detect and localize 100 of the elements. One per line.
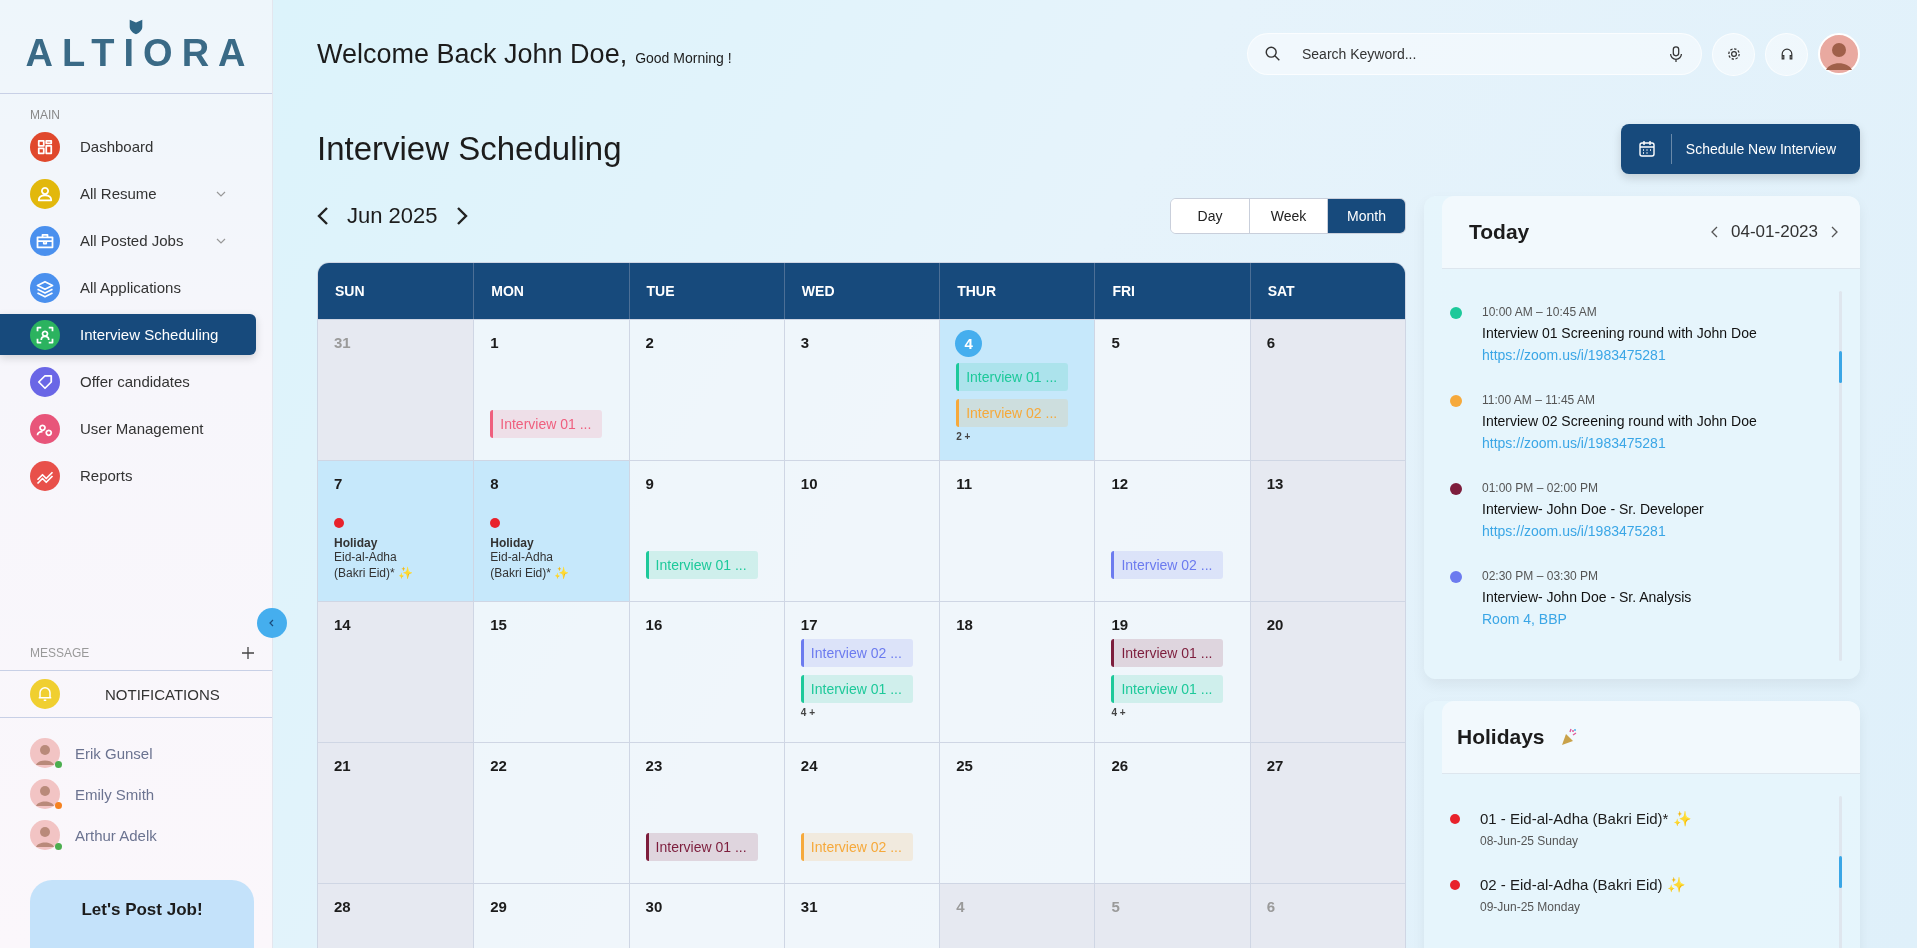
day-number: 9 — [645, 475, 654, 492]
day-cell[interactable]: 24 Interview 02 ... — [783, 742, 940, 883]
day-cell[interactable]: 28 — [318, 883, 474, 948]
day-number: 25 — [956, 757, 973, 774]
more-events-link[interactable]: 2 + — [956, 431, 971, 442]
more-events-link[interactable]: 4 + — [800, 707, 816, 718]
plus-icon[interactable] — [242, 647, 254, 659]
holiday-dot — [334, 518, 344, 528]
previous-month-icon[interactable] — [317, 206, 329, 226]
settings-button[interactable] — [1712, 32, 1755, 76]
day-cell[interactable]: 6 — [1249, 319, 1405, 460]
day-cell[interactable]: 2 — [628, 319, 784, 460]
day-number: 2 — [645, 334, 654, 351]
day-number: 20 — [1266, 616, 1284, 633]
search-field[interactable]: Search Keyword... — [1300, 45, 1649, 63]
day-number: 13 — [1266, 475, 1284, 492]
holiday-dot — [490, 518, 501, 528]
day-cell[interactable]: 19 Interview 01 ... Interview 01 ... 4 + — [1094, 601, 1250, 742]
next-icon[interactable] — [1830, 226, 1838, 238]
headset-button[interactable] — [1765, 32, 1808, 76]
weekday-header: THUR — [957, 283, 997, 299]
day-cell[interactable]: 22 — [473, 742, 629, 883]
day-number: 18 — [956, 616, 973, 633]
contact-name[interactable]: Erik Gunsel — [75, 744, 153, 762]
day-cell[interactable]: 17 Interview 02 ... Interview 01 ... 4 + — [783, 601, 940, 742]
day-cell[interactable]: 8 Holiday Eid-al-Adha (Bakri Eid)* ✨ — [473, 460, 629, 601]
day-cell[interactable]: 11 — [939, 460, 1095, 601]
day-number: 6 — [1266, 334, 1276, 351]
month-label: Jun 2025 — [347, 203, 438, 229]
event-title: Interview- John Doe - Sr. Analysis — [1482, 589, 1692, 605]
avatar-icon — [30, 820, 60, 850]
contact-name[interactable]: Arthur Adelk — [75, 826, 157, 844]
event-title: Interview 01 Screening round with John Doe — [1482, 325, 1757, 341]
card-title: Holidays — [1457, 725, 1545, 749]
sidebar-item[interactable]: Interview Scheduling — [0, 314, 256, 355]
day-cell[interactable]: 27 — [1249, 742, 1405, 883]
day-number: 21 — [334, 757, 351, 774]
holiday-name: 02 - Eid-al-Adha (Bakri Eid) ✨ — [1480, 876, 1686, 894]
next-month-icon[interactable] — [455, 206, 468, 226]
day-cell[interactable]: 12 Interview 02 ... — [1094, 460, 1250, 601]
section-label: MESSAGE — [30, 646, 90, 660]
schedule-new-interview-button[interactable]: Schedule New Interview — [1620, 124, 1860, 174]
post-job-card[interactable]: Let's Post Job! — [30, 880, 254, 948]
event-chip[interactable]: Interview 01 ... — [645, 833, 758, 861]
day-number: 6 — [1266, 898, 1276, 915]
avatar-icon — [30, 779, 60, 809]
day-cell[interactable]: 23 Interview 01 ... — [628, 742, 784, 883]
date-label: 04-01-2023 — [1731, 222, 1818, 242]
day-cell[interactable]: 30 — [628, 883, 784, 948]
day-number: 31 — [800, 898, 818, 915]
day-cell[interactable]: 13 — [1249, 460, 1405, 601]
holiday-name: Eid-al-Adha (Bakri Eid)* ✨ — [334, 550, 414, 582]
section-label: MAIN — [30, 108, 61, 122]
sidebar-item[interactable]: All Resume — [0, 173, 256, 214]
day-cell[interactable]: 7 Holiday Eid-al-Adha (Bakri Eid)* ✨ — [318, 460, 474, 601]
day-cell[interactable]: 16 — [628, 601, 784, 742]
day-number: 29 — [490, 898, 507, 915]
shield-icon — [127, 18, 145, 36]
previous-icon[interactable] — [1711, 226, 1720, 238]
day-cell[interactable]: 1 Interview 01 ... — [473, 319, 629, 460]
welcome-text: Welcome Back John Doe, — [317, 38, 628, 70]
notifications-link[interactable]: NOTIFICATIONS — [105, 685, 220, 703]
search-bar[interactable]: Search Keyword... — [1247, 33, 1702, 75]
more-events-link[interactable]: 4 + — [1111, 707, 1126, 718]
collapse-button[interactable] — [257, 608, 287, 638]
event-title: Interview- John Doe - Sr. Developer — [1482, 501, 1704, 517]
settings-icon — [1725, 46, 1742, 62]
sidebar-item[interactable]: Reports — [0, 455, 256, 496]
sidebar-item[interactable]: Offer candidates — [0, 361, 256, 402]
day-number: 16 — [645, 616, 663, 633]
card-title: Today — [1469, 220, 1530, 244]
user-avatar[interactable] — [1818, 33, 1860, 75]
day-cell[interactable]: 29 — [473, 883, 629, 948]
day-cell[interactable]: 15 — [473, 601, 629, 742]
microphone-icon[interactable] — [1667, 45, 1685, 63]
contact-name[interactable]: Emily Smith — [75, 785, 155, 803]
day-number: 19 — [1111, 616, 1129, 633]
day-cell[interactable]: 20 — [1249, 601, 1405, 742]
sidebar-item[interactable]: User Management — [0, 408, 256, 449]
day-number: 4 — [955, 330, 983, 357]
day-cell[interactable]: 14 — [318, 601, 474, 742]
holiday-name: Eid-al-Adha (Bakri Eid)* ✨ — [490, 550, 571, 582]
calendar-icon — [1636, 139, 1657, 159]
day-cell[interactable]: 9 Interview 01 ... — [628, 460, 784, 601]
sidebar-item[interactable]: Dashboard — [0, 126, 256, 167]
day-number: 14 — [334, 616, 351, 633]
avatar-icon — [30, 738, 60, 768]
day-cell[interactable]: 21 — [318, 742, 474, 883]
sidebar-item[interactable]: All Applications — [0, 267, 256, 308]
day-cell[interactable]: 5 — [1094, 319, 1250, 460]
day-cell[interactable]: 18 — [939, 601, 1095, 742]
weekday-header: TUE — [646, 283, 675, 299]
sidebar-item[interactable]: All Posted Jobs — [0, 220, 256, 261]
search-icon — [1264, 45, 1282, 63]
day-cell[interactable]: 4 Interview 01 ... Interview 02 ... 2 + — [939, 319, 1095, 460]
event-chip[interactable]: Interview 01 ... — [1111, 639, 1224, 667]
day-cell[interactable]: 10 — [783, 460, 940, 601]
holiday-label: Holiday — [490, 536, 535, 550]
view-tab[interactable]: Month — [1327, 199, 1405, 233]
page-title: Interview Scheduling — [317, 130, 622, 168]
